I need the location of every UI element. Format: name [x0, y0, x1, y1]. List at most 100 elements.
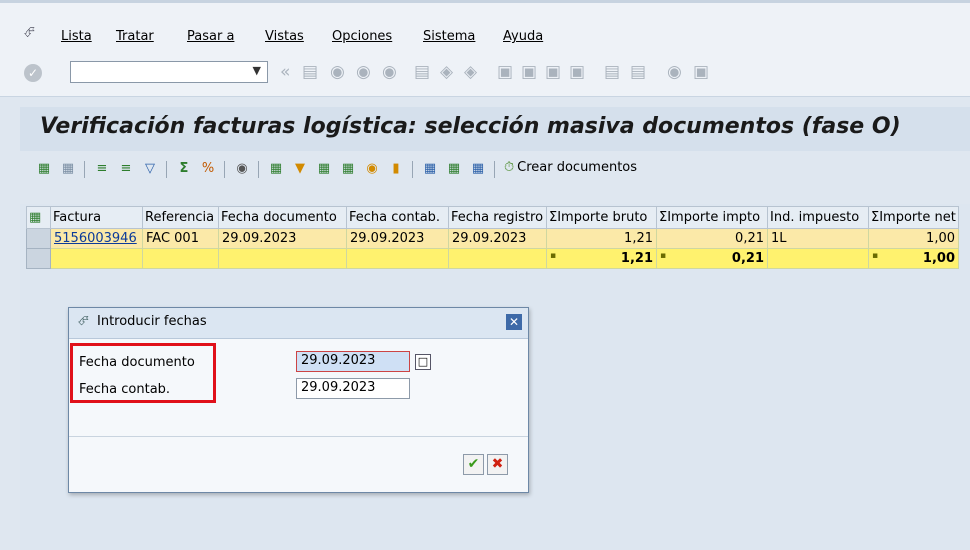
word-processing-icon[interactable]: ▦	[268, 161, 284, 177]
details-icon[interactable]: ▦	[36, 161, 52, 177]
column-header-factura[interactable]: Factura	[50, 206, 143, 229]
toolbar-separator	[412, 161, 413, 178]
total-importe-bruto-value: 1,21	[620, 251, 653, 266]
change-layout-icon[interactable]: ▦	[422, 161, 438, 177]
help-icon[interactable]: ◉	[667, 62, 683, 82]
dialog-title: Introducir fechas	[97, 314, 207, 329]
graphic-icon[interactable]: ▮	[388, 161, 404, 177]
cell-fecha-documento: 29.09.2023	[218, 228, 347, 249]
last-page-icon[interactable]: ▣	[569, 62, 586, 82]
title-band: Verificación facturas logística: selecci…	[20, 107, 970, 151]
toolbar-separator	[224, 161, 225, 178]
details-2-icon[interactable]: ▦	[60, 161, 76, 177]
menu-item-ayuda[interactable]: Ayuda	[503, 29, 543, 44]
layout-menu-icon[interactable]: ▣	[693, 62, 710, 82]
dialog-title-bar[interactable]: ⮶ Introducir fechas ✕	[69, 308, 528, 339]
crear-documentos-button[interactable]: ⏱ Crear documentos	[504, 160, 637, 175]
cell-importe-neto: 1,00	[868, 228, 959, 249]
close-icon[interactable]: ✕	[506, 314, 522, 330]
alv-toolbar: ▦ ▦ ≡ ≡ ▽ Σ % ◉ ▦ ▼ ▦ ▦ ◉ ▮ ▦ ▦ ▦ ⏱ Crear…	[20, 151, 970, 189]
print-icon[interactable]: ▤	[414, 62, 431, 82]
sort-descending-icon[interactable]: ≡	[118, 161, 134, 177]
fecha-contab-field[interactable]: 29.09.2023	[296, 378, 410, 399]
total-importe-neto-value: 1,00	[922, 251, 955, 266]
export-icon[interactable]: ▼	[292, 161, 308, 177]
toolbar-separator	[166, 161, 167, 178]
first-page-icon[interactable]: ▣	[497, 62, 514, 82]
row-selector[interactable]	[26, 228, 51, 249]
menu-exit-icon[interactable]: ⮶	[24, 25, 35, 41]
invoice-grid: ▦ Factura Referencia Fecha documento Fec…	[26, 206, 959, 269]
cell-importe-impto: 0,21	[656, 228, 768, 249]
fecha-documento-field[interactable]: 29.09.2023	[296, 351, 410, 372]
total-importe-neto: ▪ 1,00	[868, 248, 959, 269]
cell-importe-bruto: 1,21	[546, 228, 657, 249]
column-header-importe-bruto[interactable]: ΣImporte bruto	[546, 206, 657, 229]
total-marker: ▪	[550, 251, 557, 261]
print-preview-icon[interactable]: ◉	[234, 161, 250, 177]
confirm-check-icon[interactable]: ✔	[463, 454, 484, 475]
create-session-icon[interactable]: ▤	[604, 62, 621, 82]
cell-referencia: FAC 001	[142, 228, 219, 249]
mail-icon[interactable]: ◉	[364, 161, 380, 177]
back-icon[interactable]: ◉	[330, 62, 346, 82]
find-icon[interactable]: ◈	[440, 62, 454, 82]
toolbar-separator	[494, 161, 495, 178]
highlight-annotation-box	[70, 343, 216, 403]
calendar-help-icon[interactable]: □	[415, 354, 431, 370]
dropdown-arrow-icon[interactable]: ▼	[253, 64, 261, 77]
row-selector[interactable]	[26, 248, 51, 269]
cell-empty	[142, 248, 219, 269]
cell-empty	[448, 248, 547, 269]
shortcut-icon[interactable]: ▤	[630, 62, 647, 82]
sort-ascending-icon[interactable]: ≡	[94, 161, 110, 177]
command-field[interactable]: ▼	[70, 61, 268, 83]
exit-icon[interactable]: ◉	[356, 62, 372, 82]
column-header-referencia[interactable]: Referencia	[142, 206, 219, 229]
enter-check-icon[interactable]: ✓	[24, 64, 42, 82]
total-marker: ▪	[872, 251, 879, 261]
cell-fecha-contab: 29.09.2023	[346, 228, 449, 249]
spreadsheet-icon[interactable]: ▦	[316, 161, 332, 177]
cell-factura[interactable]: 5156003946	[50, 228, 143, 249]
previous-page-icon[interactable]: ▣	[521, 62, 538, 82]
factura-link[interactable]: 5156003946	[54, 231, 137, 246]
total-importe-impto-value: 0,21	[731, 251, 764, 266]
menu-bar: ⮶ Lista Tratar Pasar a Vistas Opciones S…	[0, 0, 970, 53]
select-layout-icon[interactable]: ▦	[446, 161, 462, 177]
column-header-fecha-documento[interactable]: Fecha documento	[218, 206, 347, 229]
cell-empty	[218, 248, 347, 269]
subtotal-icon[interactable]: %	[200, 161, 216, 177]
save-icon[interactable]: ▤	[302, 62, 319, 82]
save-layout-icon[interactable]: ▦	[470, 161, 486, 177]
column-header-ind-impuesto[interactable]: Ind. impuesto	[767, 206, 869, 229]
cancel-x-icon[interactable]: ✖	[487, 454, 508, 475]
local-file-icon[interactable]: ▦	[340, 161, 356, 177]
menu-item-lista[interactable]: Lista	[61, 29, 92, 44]
dialog-icon: ⮶	[78, 314, 89, 329]
crear-documentos-label: Crear documentos	[517, 160, 638, 175]
total-marker: ▪	[660, 251, 667, 261]
dialog-divider	[69, 436, 528, 437]
find-next-icon[interactable]: ◈	[464, 62, 478, 82]
filter-icon[interactable]: ▽	[142, 161, 158, 177]
next-page-icon[interactable]: ▣	[545, 62, 562, 82]
menu-item-vistas[interactable]: Vistas	[265, 29, 304, 44]
table-row[interactable]: 5156003946 FAC 001 29.09.2023 29.09.2023…	[26, 228, 959, 249]
menu-item-pasar-a[interactable]: Pasar a	[187, 29, 234, 44]
total-icon[interactable]: Σ	[176, 161, 192, 177]
menu-item-opciones[interactable]: Opciones	[332, 29, 392, 44]
column-header-importe-impto[interactable]: ΣImporte impto	[656, 206, 768, 229]
total-importe-impto: ▪ 0,21	[656, 248, 768, 269]
cell-ind-impuesto: 1L	[767, 228, 869, 249]
column-header-fecha-contab[interactable]: Fecha contab.	[346, 206, 449, 229]
menu-item-tratar[interactable]: Tratar	[116, 29, 154, 44]
grid-header-row: ▦ Factura Referencia Fecha documento Fec…	[26, 206, 959, 229]
column-header-importe-neto[interactable]: ΣImporte net	[868, 206, 959, 229]
column-header-fecha-registro[interactable]: Fecha registro	[448, 206, 547, 229]
menu-item-sistema[interactable]: Sistema	[423, 29, 475, 44]
select-all-icon[interactable]: ▦	[26, 206, 51, 229]
cancel-icon[interactable]: ◉	[382, 62, 398, 82]
totals-row: ▪ 1,21 ▪ 0,21 ▪ 1,00	[26, 248, 959, 269]
back-nav-icon[interactable]: «	[280, 62, 291, 82]
